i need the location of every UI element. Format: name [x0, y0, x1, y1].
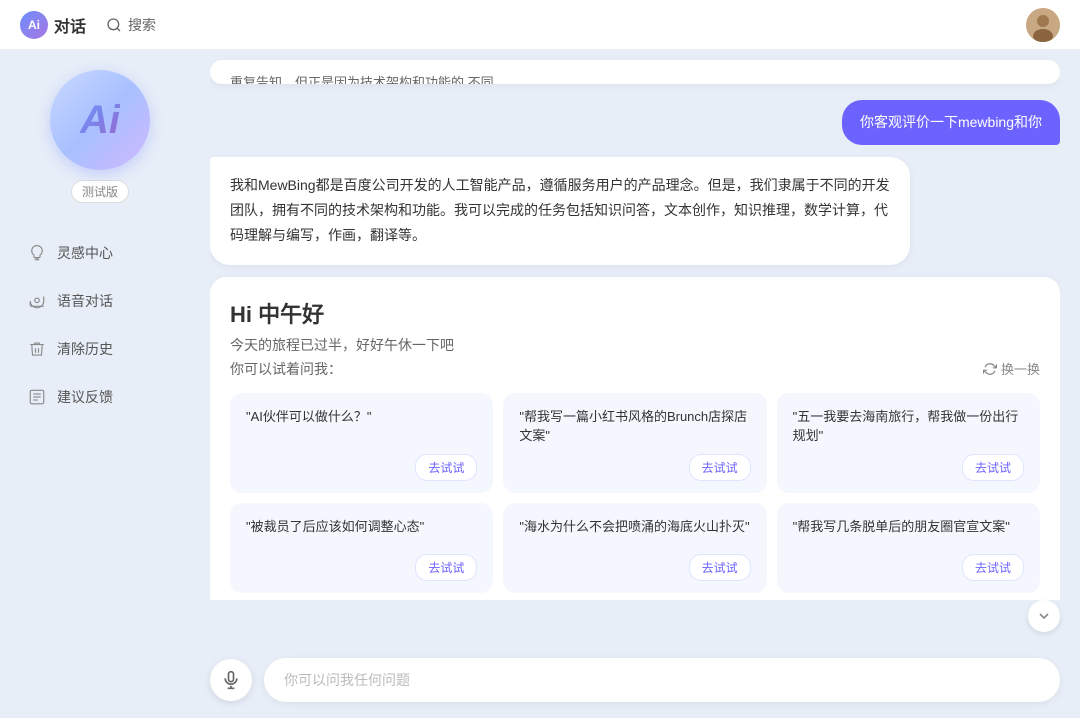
input-area — [210, 646, 1060, 718]
refresh-icon — [983, 362, 997, 376]
refresh-label: 换一换 — [1001, 359, 1040, 378]
suggestion-text-2: "五一我要去海南旅行，帮我做一份出行规划" — [793, 407, 1024, 446]
suggestion-card-4: "海水为什么不会把喷涌的海底火山扑灭" 去试试 — [503, 503, 766, 593]
suggestions-sub: 今天的旅程已过半，好好午休一下吧 — [230, 335, 1040, 355]
scroll-down-button[interactable] — [1028, 600, 1060, 632]
user-message-row: 你客观评价一下mewbing和你 — [210, 100, 1060, 145]
sidebar-menu: 灵感中心 语音对话 — [0, 233, 200, 417]
suggestions-grid: "AI伙伴可以做什么？" 去试试 "帮我写一篇小红书风格的Brunch店探店文案… — [230, 393, 1040, 593]
suggestions-prompt-label: 你可以试着问我： — [230, 359, 342, 379]
clear-icon — [27, 339, 47, 359]
ai-badge: 测试版 — [71, 180, 129, 203]
sidebar-item-clear[interactable]: 清除历史 — [15, 329, 185, 369]
search-icon — [106, 17, 122, 33]
try-button-0[interactable]: 去试试 — [415, 454, 477, 481]
ai-message-bubble: 我和MewBing都是百度公司开发的人工智能产品，遵循服务用户的产品理念。但是，… — [210, 157, 910, 265]
suggestion-card-2: "五一我要去海南旅行，帮我做一份出行规划" 去试试 — [777, 393, 1040, 493]
try-button-2[interactable]: 去试试 — [962, 454, 1024, 481]
chat-area: 重复告知，但正是因为技术架构和功能的 不同， 你客观评价一下mewbing和你 … — [200, 50, 1080, 718]
sidebar-ai-avatar: Ai 测试版 — [0, 70, 200, 203]
nav-logo-text: 对话 — [54, 13, 86, 37]
top-hint-message: 重复告知，但正是因为技术架构和功能的 不同， — [210, 60, 1060, 84]
suggestion-text-0: "AI伙伴可以做什么？" — [246, 407, 477, 446]
try-button-1[interactable]: 去试试 — [689, 454, 751, 481]
ai-message-row: 我和MewBing都是百度公司开发的人工智能产品，遵循服务用户的产品理念。但是，… — [210, 157, 1060, 265]
suggestion-text-3: "被裁员了后应该如何调整心态" — [246, 517, 477, 546]
sidebar-item-inspiration[interactable]: 灵感中心 — [15, 233, 185, 273]
main-layout: Ai 测试版 灵感中心 — [0, 50, 1080, 718]
inspiration-icon — [27, 243, 47, 263]
sidebar: Ai 测试版 灵感中心 — [0, 50, 200, 718]
suggestions-greeting: Hi 中午好 — [230, 297, 1040, 329]
voice-icon — [27, 291, 47, 311]
suggestion-card-3: "被裁员了后应该如何调整心态" 去试试 — [230, 503, 493, 593]
ai-avatar-circle: Ai — [50, 70, 150, 170]
sidebar-item-feedback[interactable]: 建议反馈 — [15, 377, 185, 417]
chat-input[interactable] — [264, 658, 1060, 702]
feedback-icon — [27, 387, 47, 407]
chat-scroll: 重复告知，但正是因为技术架构和功能的 不同， 你客观评价一下mewbing和你 … — [210, 50, 1060, 600]
sidebar-item-label-inspiration: 灵感中心 — [57, 243, 113, 263]
try-button-5[interactable]: 去试试 — [962, 554, 1024, 581]
nav-avatar[interactable] — [1026, 8, 1060, 42]
nav-search[interactable]: 搜索 — [106, 15, 156, 35]
chevron-down-icon — [1036, 608, 1052, 624]
suggestion-text-5: "帮我写几条脱单后的朋友圈官宣文案" — [793, 517, 1024, 546]
sidebar-item-voice[interactable]: 语音对话 — [15, 281, 185, 321]
search-label: 搜索 — [128, 15, 156, 35]
nav-logo-icon: Ai — [20, 11, 48, 39]
refresh-button[interactable]: 换一换 — [983, 359, 1040, 378]
try-button-3[interactable]: 去试试 — [415, 554, 477, 581]
mic-button[interactable] — [210, 659, 252, 701]
suggestion-card-1: "帮我写一篇小红书风格的Brunch店探店文案" 去试试 — [503, 393, 766, 493]
sidebar-item-label-voice: 语音对话 — [57, 291, 113, 311]
suggestions-prompt-row: 你可以试着问我： 换一换 — [230, 359, 1040, 379]
suggestions-panel: Hi 中午好 今天的旅程已过半，好好午休一下吧 你可以试着问我： 换一换 — [210, 277, 1060, 600]
sidebar-item-label-clear: 清除历史 — [57, 339, 113, 359]
try-button-4[interactable]: 去试试 — [689, 554, 751, 581]
suggestion-card-0: "AI伙伴可以做什么？" 去试试 — [230, 393, 493, 493]
mic-icon — [221, 670, 241, 690]
suggestion-card-5: "帮我写几条脱单后的朋友圈官宣文案" 去试试 — [777, 503, 1040, 593]
user-message-bubble: 你客观评价一下mewbing和你 — [842, 100, 1060, 145]
sidebar-item-label-feedback: 建议反馈 — [57, 387, 113, 407]
ai-avatar-text: Ai — [80, 98, 120, 143]
nav-logo[interactable]: Ai 对话 — [20, 11, 86, 39]
suggestion-text-1: "帮我写一篇小红书风格的Brunch店探店文案" — [519, 407, 750, 446]
suggestion-text-4: "海水为什么不会把喷涌的海底火山扑灭" — [519, 517, 750, 546]
avatar-image — [1026, 8, 1060, 42]
top-nav: Ai 对话 搜索 — [0, 0, 1080, 50]
